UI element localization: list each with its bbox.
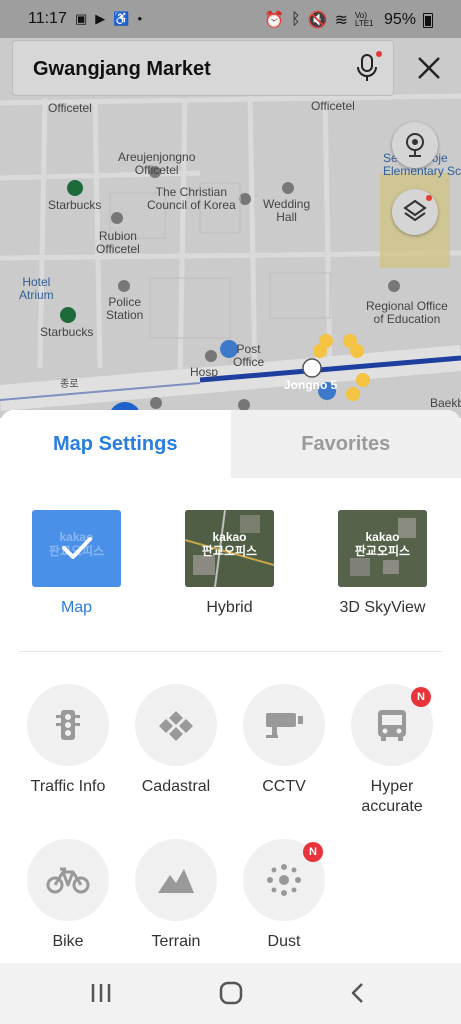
sheet-tabs: Map Settings Favorites	[0, 410, 461, 478]
dot-icon: •	[137, 11, 143, 26]
home-icon	[219, 981, 243, 1005]
map-type-selector: kakao 판교오피스 Map kakao 판교오피스 Hybrid kakao…	[0, 478, 461, 617]
status-bar: 11:17 ▣ ▶ ♿ • ⏰ ᛒ 🔇 ≋ Vo) LTE1 95%	[0, 0, 461, 38]
street-view-button[interactable]	[392, 122, 438, 168]
checkmark-icon	[62, 537, 92, 559]
microphone-icon[interactable]	[355, 51, 382, 83]
skyview-watermark: kakao 판교오피스	[354, 530, 411, 558]
layer-label: Traffic Info	[30, 778, 106, 795]
hybrid-thumbnail[interactable]: kakao 판교오피스	[185, 510, 274, 587]
map-label-hospital: Hosp	[190, 365, 219, 379]
map-label-christian-council: The Christian Council of Korea	[147, 185, 236, 212]
layer-label: Terrain	[151, 933, 201, 950]
layer-button[interactable]	[135, 684, 217, 766]
map-label-rubion: Rubion Officetel	[96, 229, 140, 256]
map-type-label: 3D SkyView	[339, 599, 426, 616]
map-type-map[interactable]: kakao 판교오피스 Map	[0, 510, 153, 617]
layer-cadastral[interactable]: Cadastral	[121, 684, 231, 797]
map-settings-sheet: Map Settings Favorites kakao 판교오피스 Map k…	[0, 410, 461, 963]
video-icon: ▶	[95, 11, 106, 26]
map-label-post-office: Post Office	[233, 342, 265, 369]
layer-label: Hyper accurate	[361, 778, 423, 815]
new-badge: N	[303, 842, 323, 862]
accessibility-icon: ♿	[113, 11, 130, 26]
layer-button[interactable]	[243, 684, 325, 766]
layers-button[interactable]	[392, 189, 438, 235]
map-type-label: Map	[60, 599, 93, 616]
map-label-police-station: Police Station	[106, 295, 144, 322]
map-label-starbucks-top: Starbucks	[48, 198, 102, 212]
alarm-icon: ⏰	[264, 12, 285, 29]
cadastral-icon	[159, 711, 193, 741]
system-icons: ⏰ ᛒ 🔇 ≋ Vo) LTE1 95%	[264, 10, 433, 30]
layer-hyper-accurate[interactable]: N Hyper accurate	[337, 684, 447, 817]
map-label-regional-office: Regional Office of Education	[366, 299, 448, 326]
notification-icons: ▣ ▶ ♿ •	[75, 11, 142, 27]
bike-icon	[46, 867, 90, 894]
search-query[interactable]: Gwangjang Market	[33, 58, 211, 81]
layer-button[interactable]: N	[243, 839, 325, 921]
map-label-areujenjongno: Areujenjongno Officetel	[118, 150, 196, 177]
map-label-jongno-road: 종로	[60, 379, 79, 390]
street-view-icon	[406, 133, 424, 157]
layer-label: Dust	[267, 933, 301, 950]
close-icon[interactable]	[415, 54, 443, 82]
map-type-hybrid[interactable]: kakao 판교오피스 Hybrid	[153, 510, 306, 617]
status-time: 11:17	[28, 10, 67, 27]
map-type-3d-skyview[interactable]: kakao 판교오피스 3D SkyView	[306, 510, 459, 617]
layer-button[interactable]	[27, 839, 109, 921]
map-label-jongno5: Jongno 5	[284, 378, 338, 392]
layer-traffic-info[interactable]: Traffic Info	[13, 684, 123, 797]
navigation-bar	[0, 963, 461, 1024]
recent-apps-icon	[91, 984, 111, 1002]
layers-notification-dot	[426, 195, 432, 201]
map-label-starbucks-bottom: Starbucks	[40, 325, 94, 339]
layer-label: CCTV	[262, 778, 306, 795]
mic-notification-dot	[376, 51, 382, 57]
back-icon	[351, 983, 363, 1003]
traffic-light-icon	[56, 710, 80, 740]
home-button[interactable]	[218, 980, 244, 1011]
layer-cctv[interactable]: CCTV	[229, 684, 339, 797]
layer-bike[interactable]: Bike	[13, 839, 123, 952]
back-button[interactable]	[348, 980, 368, 1011]
battery-icon	[423, 12, 433, 28]
tab-map-settings[interactable]: Map Settings	[0, 410, 231, 478]
image-icon: ▣	[75, 11, 88, 26]
map-label-wedding-hall: Wedding Hall	[263, 197, 311, 224]
hybrid-watermark: kakao 판교오피스	[201, 530, 258, 558]
map-label-hotel-atrium: Hotel Atrium	[19, 275, 54, 302]
layer-terrain[interactable]: Terrain	[121, 839, 231, 952]
new-badge: N	[411, 687, 431, 707]
layer-button[interactable]: N	[351, 684, 433, 766]
mountain-icon	[158, 869, 194, 893]
layer-button[interactable]	[27, 684, 109, 766]
map-label-officetel-left: Officetel	[48, 101, 92, 115]
battery-percent: 95%	[383, 11, 416, 28]
bluetooth-icon: ᛒ	[291, 11, 301, 28]
tab-favorites[interactable]: Favorites	[230, 410, 461, 478]
skyview-thumbnail[interactable]: kakao 판교오피스	[338, 510, 427, 587]
map-label-officetel-right: Officetel	[311, 99, 355, 113]
recent-apps-button[interactable]	[89, 980, 113, 1011]
layer-label: Cadastral	[141, 778, 211, 795]
map-label-baekbo: Baekb	[430, 396, 461, 410]
map-thumbnail[interactable]: kakao 판교오피스	[32, 510, 121, 587]
layer-dust[interactable]: N Dust	[229, 839, 339, 952]
mute-icon: 🔇	[307, 12, 328, 29]
layer-button[interactable]	[135, 839, 217, 921]
search-bar[interactable]: Gwangjang Market	[12, 40, 394, 96]
map-type-label: Hybrid	[206, 599, 253, 616]
layer-label: Bike	[52, 933, 84, 950]
dust-icon	[267, 864, 301, 896]
cctv-icon	[266, 713, 303, 738]
bus-icon	[378, 710, 406, 741]
wifi-icon: ≋	[334, 12, 348, 29]
signal-text: Vo) LTE1	[354, 11, 374, 28]
section-divider	[19, 651, 442, 652]
